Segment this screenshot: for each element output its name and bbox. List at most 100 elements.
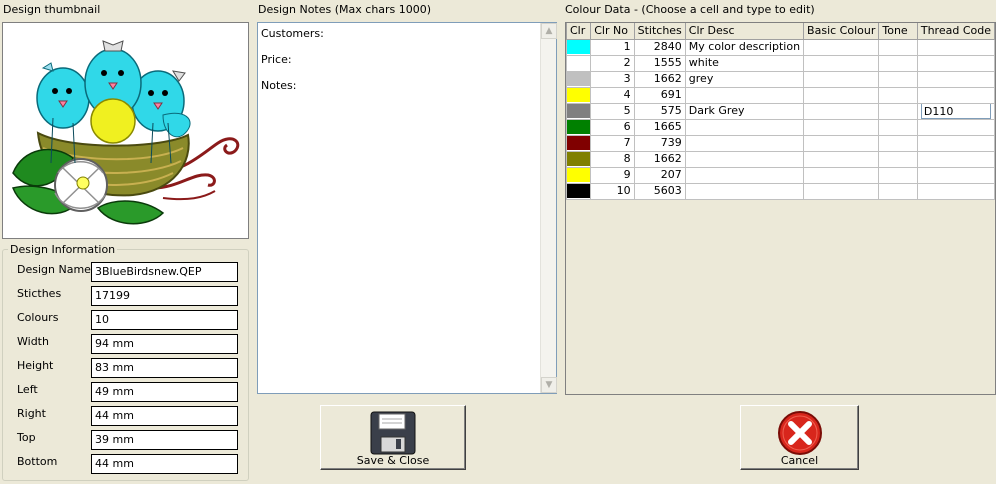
column-header-clr-no[interactable]: Clr No <box>590 23 635 40</box>
clr-no-cell[interactable]: 6 <box>590 118 635 136</box>
thread-code-cell[interactable] <box>916 150 996 168</box>
width-field[interactable]: 94 mm <box>91 334 238 354</box>
clr-desc-cell[interactable]: white <box>684 54 805 72</box>
column-header-basic-colour[interactable]: Basic Colour <box>803 23 880 40</box>
tone-cell[interactable] <box>878 102 918 120</box>
clr-no-cell[interactable]: 7 <box>590 134 635 152</box>
thread-code-cell[interactable]: D110 <box>916 102 996 120</box>
clr-no-cell[interactable]: 8 <box>590 150 635 168</box>
clr-desc-cell[interactable] <box>684 182 805 200</box>
colour-row[interactable]: 10 5603 <box>565 182 996 200</box>
design-name-field[interactable]: 3BlueBirdsnew.QEP <box>91 262 238 282</box>
notes-scrollbar[interactable]: ▲ ▼ <box>540 23 557 393</box>
clr-desc-cell[interactable] <box>684 166 805 184</box>
basic-colour-cell[interactable] <box>803 118 880 136</box>
bottom-field[interactable]: 44 mm <box>91 454 238 474</box>
colour-row[interactable]: 1 2840 My color description <box>565 38 996 56</box>
tone-cell[interactable] <box>878 118 918 136</box>
thread-code-cell[interactable] <box>916 54 996 72</box>
colour-row[interactable]: 3 1662 grey <box>565 70 996 88</box>
clr-no-cell[interactable]: 5 <box>590 102 635 120</box>
clr-swatch-cell[interactable] <box>565 86 592 104</box>
clr-no-cell[interactable]: 4 <box>590 86 635 104</box>
colour-data-grid[interactable]: Clr Clr No Stitches Clr Desc Basic Colou… <box>565 22 996 395</box>
column-header-clr-desc[interactable]: Clr Desc <box>684 23 805 40</box>
clr-desc-cell[interactable] <box>684 86 805 104</box>
clr-swatch-cell[interactable] <box>565 182 592 200</box>
stitches-cell[interactable]: 739 <box>633 134 686 152</box>
column-header-thread-code[interactable]: Thread Code <box>916 23 996 40</box>
stitches-cell[interactable]: 207 <box>633 166 686 184</box>
clr-swatch-cell[interactable] <box>565 54 592 72</box>
basic-colour-cell[interactable] <box>803 150 880 168</box>
clr-no-cell[interactable]: 10 <box>590 182 635 200</box>
thread-code-cell[interactable] <box>916 166 996 184</box>
tone-cell[interactable] <box>878 70 918 88</box>
colour-row[interactable]: 9 207 <box>565 166 996 184</box>
basic-colour-cell[interactable] <box>803 54 880 72</box>
stitches-cell[interactable]: 1662 <box>633 70 686 88</box>
clr-swatch-cell[interactable] <box>565 150 592 168</box>
stitches-cell[interactable]: 691 <box>633 86 686 104</box>
stitches-cell[interactable]: 1555 <box>633 54 686 72</box>
stitches-cell[interactable]: 1665 <box>633 118 686 136</box>
clr-desc-cell[interactable] <box>684 118 805 136</box>
basic-colour-cell[interactable] <box>803 38 880 56</box>
colour-row[interactable]: 5 575 Dark Grey D110 <box>565 102 996 120</box>
column-header-stitches[interactable]: Stitches <box>633 23 686 40</box>
colours-field[interactable]: 10 <box>91 310 238 330</box>
basic-colour-cell[interactable] <box>803 134 880 152</box>
clr-no-cell[interactable]: 3 <box>590 70 635 88</box>
tone-cell[interactable] <box>878 38 918 56</box>
thread-code-cell[interactable] <box>916 38 996 56</box>
column-header-tone[interactable]: Tone <box>878 23 918 40</box>
thread-code-cell[interactable] <box>916 182 996 200</box>
clr-desc-cell[interactable]: My color description <box>684 38 805 56</box>
clr-swatch-cell[interactable] <box>565 102 592 120</box>
tone-cell[interactable] <box>878 86 918 104</box>
design-notes-textarea[interactable]: Customers: Price: Notes: ▲ ▼ <box>257 22 557 394</box>
clr-no-cell[interactable]: 2 <box>590 54 635 72</box>
clr-swatch-cell[interactable] <box>565 134 592 152</box>
clr-desc-cell[interactable]: Dark Grey <box>684 102 805 120</box>
clr-swatch-cell[interactable] <box>565 38 592 56</box>
basic-colour-cell[interactable] <box>803 166 880 184</box>
clr-desc-cell[interactable] <box>684 150 805 168</box>
basic-colour-cell[interactable] <box>803 182 880 200</box>
thread-code-cell[interactable] <box>916 118 996 136</box>
tone-cell[interactable] <box>878 166 918 184</box>
tone-cell[interactable] <box>878 54 918 72</box>
thread-code-cell[interactable] <box>916 134 996 152</box>
thread-code-cell[interactable] <box>916 86 996 104</box>
tone-cell[interactable] <box>878 182 918 200</box>
basic-colour-cell[interactable] <box>803 102 880 120</box>
save-close-button[interactable]: Save & Close <box>320 405 466 470</box>
thread-code-editor[interactable]: D110 <box>920 104 991 118</box>
scroll-up-icon[interactable]: ▲ <box>541 23 557 39</box>
clr-desc-cell[interactable]: grey <box>684 70 805 88</box>
basic-colour-cell[interactable] <box>803 70 880 88</box>
tone-cell[interactable] <box>878 134 918 152</box>
column-header-clr[interactable]: Clr <box>565 23 592 40</box>
clr-no-cell[interactable]: 1 <box>590 38 635 56</box>
right-field[interactable]: 44 mm <box>91 406 238 426</box>
scroll-down-icon[interactable]: ▼ <box>541 377 557 393</box>
left-field[interactable]: 49 mm <box>91 382 238 402</box>
colour-row[interactable]: 6 1665 <box>565 118 996 136</box>
height-field[interactable]: 83 mm <box>91 358 238 378</box>
basic-colour-cell[interactable] <box>803 86 880 104</box>
thread-code-cell[interactable] <box>916 70 996 88</box>
colour-row[interactable]: 7 739 <box>565 134 996 152</box>
stitches-cell[interactable]: 5603 <box>633 182 686 200</box>
clr-swatch-cell[interactable] <box>565 70 592 88</box>
tone-cell[interactable] <box>878 150 918 168</box>
colour-row[interactable]: 4 691 <box>565 86 996 104</box>
clr-no-cell[interactable]: 9 <box>590 166 635 184</box>
cancel-button[interactable]: Cancel <box>740 405 859 470</box>
stitches-cell[interactable]: 2840 <box>633 38 686 56</box>
clr-swatch-cell[interactable] <box>565 166 592 184</box>
top-field[interactable]: 39 mm <box>91 430 238 450</box>
colour-row[interactable]: 8 1662 <box>565 150 996 168</box>
stitches-field[interactable]: 17199 <box>91 286 238 306</box>
clr-desc-cell[interactable] <box>684 134 805 152</box>
